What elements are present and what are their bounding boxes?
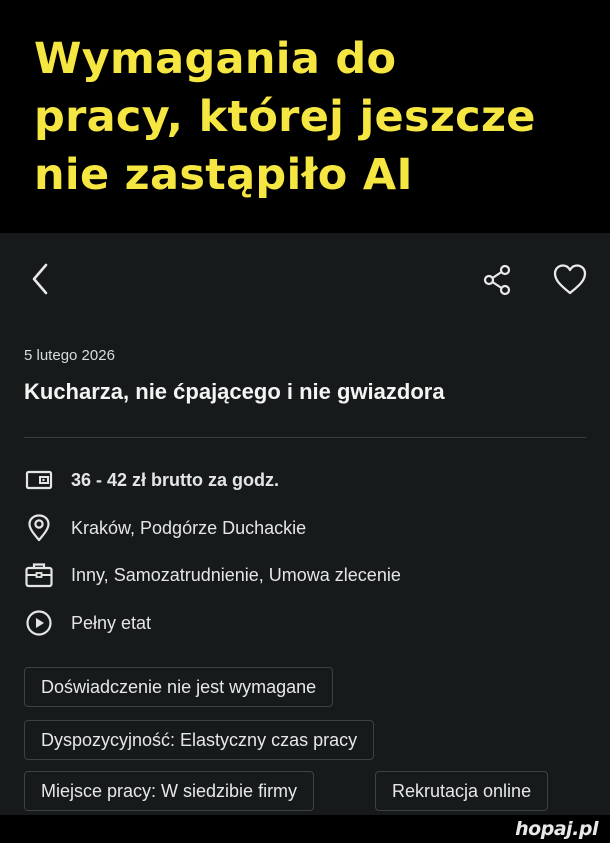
meme-title-line: nie zastąpiło AI — [34, 150, 413, 200]
detail-working-time: Pełny etat — [24, 608, 151, 638]
favorite-button[interactable] — [552, 263, 588, 297]
meme-title: Wymagania do pracy, której jeszcze nie z… — [34, 30, 594, 204]
tag-chip[interactable]: Rekrutacja online — [375, 771, 549, 811]
back-button[interactable] — [26, 262, 56, 296]
meme-title-line: Wymagania do — [34, 34, 397, 84]
salary-text: 36 - 42 zł brutto za godz. — [71, 469, 280, 490]
posting-date: 5 lutego 2026 — [24, 347, 115, 364]
working-time-text: Pełny etat — [71, 612, 152, 633]
detail-location: Kraków, Podgórze Duchackie — [24, 513, 306, 543]
clock-icon — [24, 608, 54, 638]
job-title: Kucharza, nie ćpającego i nie gwiazdora — [24, 379, 445, 404]
watermark-logo: hopaj.pl — [515, 818, 598, 840]
location-text: Kraków, Podgórze Duchackie — [71, 517, 307, 538]
meme-header: Wymagania do pracy, której jeszcze nie z… — [0, 0, 610, 233]
detail-salary: 36 - 42 zł brutto za godz. — [24, 465, 279, 495]
job-listing-screen: 5 lutego 2026 Kucharza, nie ćpającego i … — [0, 233, 610, 815]
meme-title-line: pracy, której jeszcze — [34, 92, 536, 142]
share-button[interactable] — [480, 263, 514, 297]
tag-chip[interactable]: Doświadczenie nie jest wymagane — [24, 667, 334, 707]
tag-chip[interactable]: Miejsce pracy: W siedzibie firmy — [24, 771, 315, 811]
tag-chip[interactable]: Dyspozycyjność: Elastyczny czas pracy — [24, 720, 375, 760]
footer-bar: hopaj.pl — [0, 815, 610, 843]
contract-type-text: Inny, Samozatrudnienie, Umowa zlecenie — [71, 564, 401, 585]
share-icon — [483, 264, 511, 296]
heart-icon — [553, 264, 587, 295]
chevron-left-icon — [32, 263, 48, 295]
wallet-icon — [24, 465, 54, 495]
detail-contract-type: Inny, Samozatrudnienie, Umowa zlecenie — [24, 560, 401, 590]
divider — [24, 437, 586, 438]
briefcase-icon — [24, 560, 54, 590]
location-pin-icon — [24, 513, 54, 543]
